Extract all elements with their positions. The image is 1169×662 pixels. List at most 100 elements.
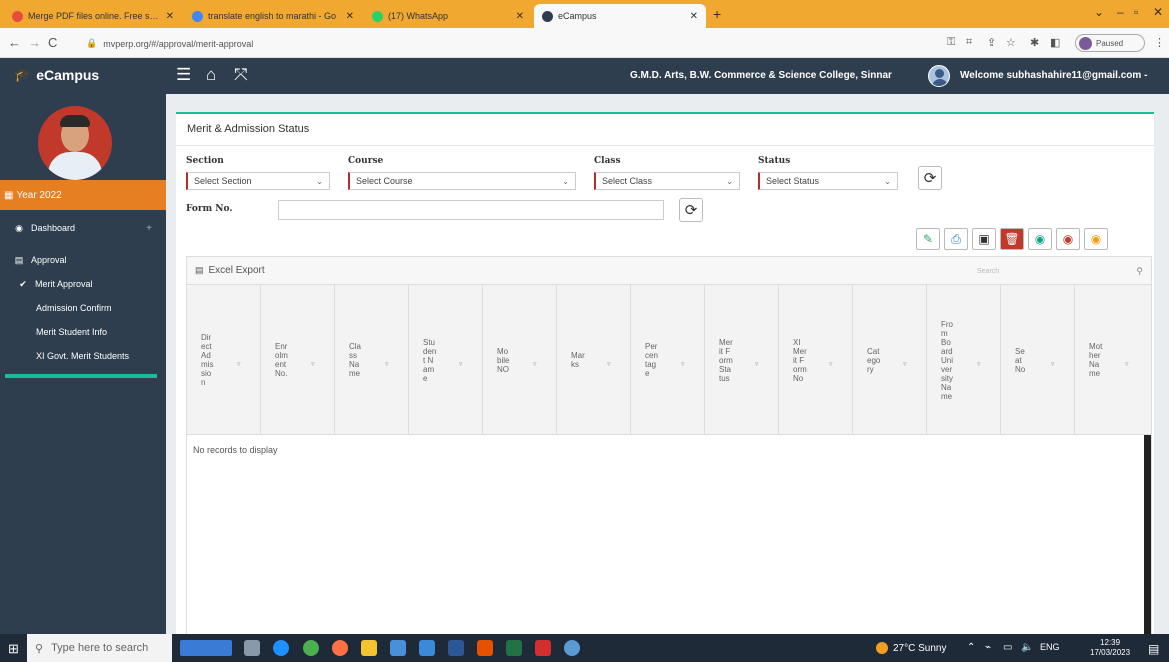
view-green-button[interactable]: ◉ [1028,228,1052,250]
windows-start-icon[interactable]: ⊞ [8,641,19,657]
chrome-browser-icon[interactable] [303,640,319,656]
browser-menu-icon[interactable]: ⋮ [1154,36,1165,49]
mail-icon[interactable] [419,640,435,656]
weather-widget[interactable]: 27°C Sunny [876,642,946,654]
excel-app-icon[interactable] [506,640,522,656]
print-button[interactable]: ⎙ [944,228,968,250]
home-icon[interactable]: ⌂ [206,65,216,85]
brand-logo[interactable]: 🎓 eCampus [14,67,99,83]
delete-button[interactable]: 🗑 [1000,228,1024,250]
profile-paused-button[interactable]: Paused [1075,34,1145,52]
star-icon[interactable]: ☆ [1006,36,1016,49]
save-button[interactable]: ▣ [972,228,996,250]
new-tab-icon[interactable]: + [713,6,721,22]
tab-search-chevron-icon[interactable]: ⌄ [1094,5,1104,19]
section-select[interactable]: Select Section ⌄ [186,172,330,190]
forward-icon[interactable]: → [28,35,41,50]
course-select[interactable]: Select Course ⌄ [348,172,576,190]
display-icon[interactable]: ▭ [1003,642,1012,653]
column-header[interactable]: Marks ▿ [557,285,631,435]
view-orange-button[interactable]: ◉ [1084,228,1108,250]
column-header[interactable]: Merit Form Status ▿ [705,285,779,435]
reload-icon[interactable]: C [48,35,57,50]
excel-export-button[interactable]: ▤ Excel Export [195,265,265,276]
filter-icon[interactable]: ▿ [829,360,833,368]
app-icon[interactable] [477,640,493,656]
taskbar-clock[interactable]: 12:39 17/03/2023 [1090,638,1130,658]
user-avatar[interactable] [928,65,950,87]
network-icon[interactable]: ⌁ [985,642,991,653]
filter-icon[interactable]: ▿ [1125,360,1129,368]
chrome-profile-icon[interactable] [564,640,580,656]
refresh-filters-button[interactable]: ⟳ [918,166,942,190]
column-header[interactable]: Percentage ▿ [631,285,705,435]
sidebar-item-merit-approval[interactable]: ✔ Merit Approval [0,274,166,294]
column-header[interactable]: Mobile NO ▿ [483,285,557,435]
class-select[interactable]: Select Class ⌄ [594,172,740,190]
filter-icon[interactable]: ▿ [755,360,759,368]
task-view-icon[interactable] [244,640,260,656]
fullscreen-icon[interactable]: ⤧ [234,65,248,85]
filter-icon[interactable]: ▿ [607,360,611,368]
column-header[interactable]: Enrolment No. ▿ [261,285,335,435]
column-header[interactable]: Category ▿ [853,285,927,435]
refresh-form-button[interactable]: ⟳ [679,198,703,222]
column-header[interactable]: Direct Admission ▿ [187,285,261,435]
status-select[interactable]: Select Status ⌄ [758,172,898,190]
view-red-button[interactable]: ◉ [1056,228,1080,250]
edge-browser-icon[interactable] [273,640,289,656]
browser-tab-3[interactable]: eCampus ✕ [534,4,706,28]
hamburger-menu-icon[interactable]: ☰ [176,65,191,85]
taskbar-search-input[interactable]: ⚲ Type here to search [27,634,172,662]
edit-button[interactable]: ✎ [916,228,940,250]
notifications-icon[interactable]: ▤ [1148,642,1159,656]
extensions-icon[interactable]: ✱ [1030,36,1039,49]
column-header[interactable]: Class Name ▿ [335,285,409,435]
column-header[interactable]: Mother Name ▿ [1075,285,1151,435]
file-explorer-icon[interactable] [361,640,377,656]
browser-tab-0[interactable]: Merge PDF files online. Free serv ✕ [4,4,182,28]
word-icon[interactable] [448,640,464,656]
key-icon[interactable]: ⚿ [947,36,955,49]
url-field[interactable]: 🔒 mvperp.org/#/approval/merit-approval [86,35,926,52]
browser-tab-1[interactable]: translate english to marathi - Go ✕ [184,4,362,28]
browser-tab-2[interactable]: (17) WhatsApp ✕ [364,4,532,28]
back-icon[interactable]: ← [8,35,21,50]
close-tab-icon[interactable]: ✕ [690,11,698,22]
close-tab-icon[interactable]: ✕ [166,11,174,22]
grid-search-input[interactable]: Search ⚲ [975,263,1145,279]
grid-scrollbar[interactable] [1144,435,1151,637]
filter-icon[interactable]: ▿ [903,360,907,368]
language-indicator[interactable]: ENG [1040,642,1060,652]
column-header[interactable]: Seat No ▿ [1001,285,1075,435]
column-header[interactable]: Student Name ▿ [409,285,483,435]
form-no-input[interactable] [278,200,664,220]
filter-icon[interactable]: ▿ [237,360,241,368]
filter-icon[interactable]: ▿ [459,360,463,368]
sidepanel-icon[interactable]: ◧ [1050,36,1060,49]
translate-icon[interactable]: ⌗ [966,36,972,49]
sidebar-item-merit-student-info[interactable]: Merit Student Info [0,322,166,342]
sidebar-item-xi-govt-merit[interactable]: XI Govt. Merit Students [0,346,166,366]
year-selector[interactable]: ▦ Year 2022 [0,180,166,210]
welcome-user-menu[interactable]: Welcome subhashahire11@gmail.com - [960,70,1147,81]
filter-icon[interactable]: ▿ [311,360,315,368]
tray-chevron-icon[interactable]: ⌃ [967,642,975,653]
acrobat-icon[interactable] [535,640,551,656]
maximize-icon[interactable]: ▫ [1134,5,1138,19]
firefox-browser-icon[interactable] [332,640,348,656]
close-window-icon[interactable]: ✕ [1153,5,1163,19]
store-icon[interactable] [390,640,406,656]
filter-icon[interactable]: ▿ [385,360,389,368]
sidebar-item-dashboard[interactable]: ◉ Dashboard + [0,218,166,238]
expand-plus-icon[interactable]: + [146,223,152,234]
close-tab-icon[interactable]: ✕ [346,11,354,22]
column-header[interactable]: From Board University Name ▿ [927,285,1001,435]
filter-icon[interactable]: ▿ [977,360,981,368]
close-tab-icon[interactable]: ✕ [516,11,524,22]
share-icon[interactable]: ⇪ [987,36,996,49]
search-highlight-icon[interactable] [180,640,232,656]
minimize-icon[interactable]: – [1117,5,1124,19]
filter-icon[interactable]: ▿ [681,360,685,368]
column-header[interactable]: XI Merit Form No ▿ [779,285,853,435]
